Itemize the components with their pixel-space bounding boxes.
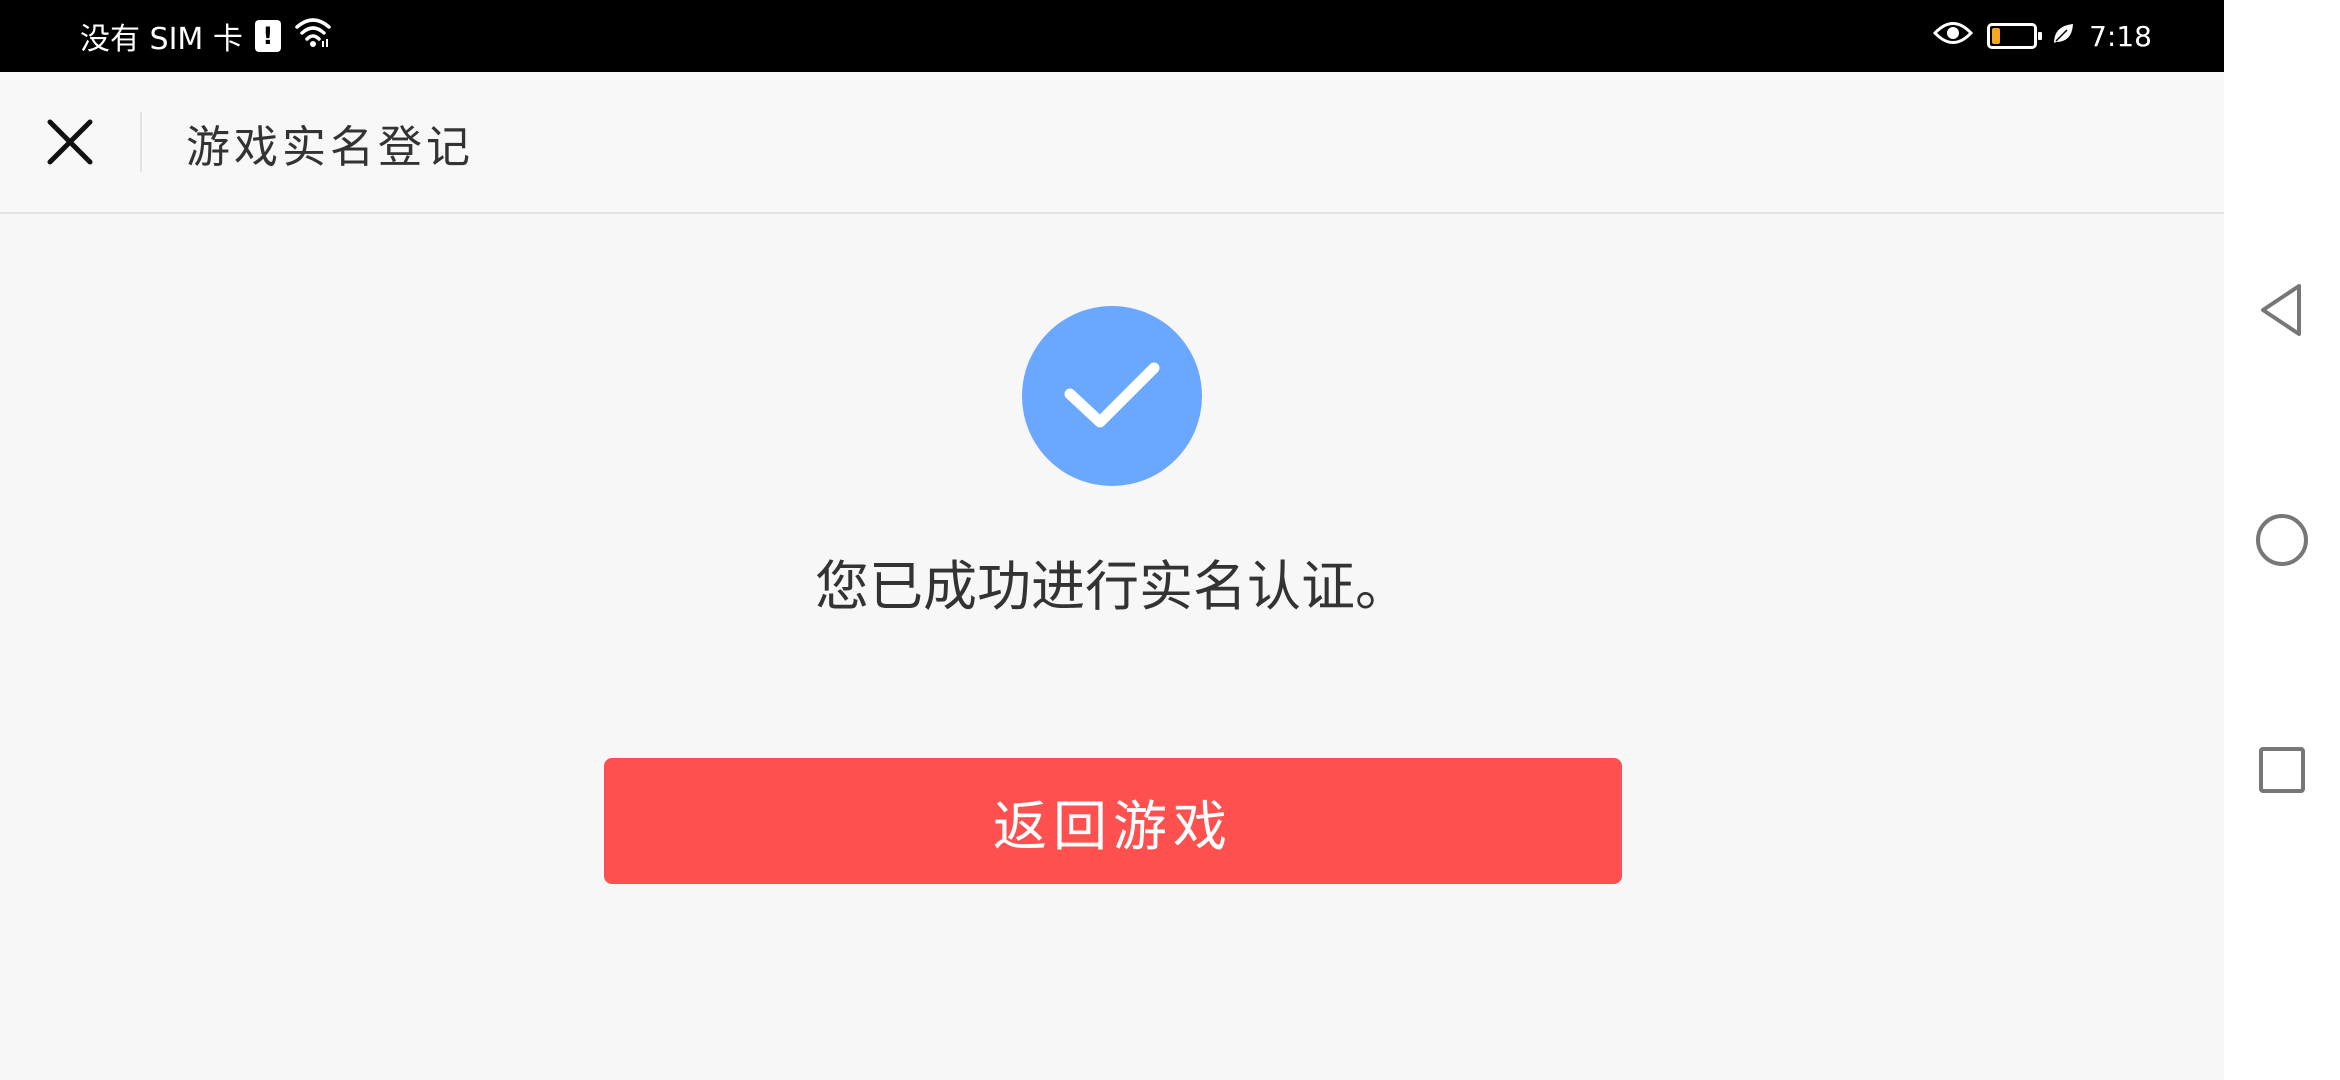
back-triangle-icon <box>2261 284 2301 336</box>
sim-alert-icon: ! <box>254 20 281 52</box>
power-saving-leaf-icon <box>2051 20 2075 53</box>
close-icon <box>47 119 93 165</box>
battery-level-fill <box>1992 28 2001 44</box>
nav-back-button[interactable] <box>2224 252 2340 368</box>
nav-home-button[interactable] <box>2224 482 2340 598</box>
status-right: 7:18 <box>1933 0 2152 72</box>
clock-text: 7:18 <box>2089 19 2152 53</box>
close-button[interactable] <box>40 112 100 172</box>
carrier-text: 没有 SIM 卡 <box>80 22 243 57</box>
navigation-bar <box>2224 0 2340 1080</box>
home-circle-icon <box>2256 514 2308 566</box>
status-left: 没有 SIM 卡 ! <box>80 0 333 72</box>
page-title: 游戏实名登记 <box>186 122 474 173</box>
success-badge <box>1022 306 1202 486</box>
status-bar: 没有 SIM 卡 ! 7:18 <box>0 0 2224 72</box>
screen: 没有 SIM 卡 ! 7:18 游戏实名登记 您已成功进行实名认证。 返回游戏 <box>0 0 2340 1080</box>
app-content: 游戏实名登记 您已成功进行实名认证。 返回游戏 <box>0 72 2224 1080</box>
header-divider <box>140 112 142 172</box>
nav-recents-button[interactable] <box>2224 712 2340 828</box>
check-icon <box>1064 362 1160 428</box>
success-message: 您已成功进行实名认证。 <box>815 555 1409 618</box>
recents-square-icon <box>2259 747 2305 793</box>
header-bar: 游戏实名登记 <box>0 72 2224 214</box>
eye-comfort-icon <box>1933 20 1974 53</box>
battery-icon <box>1987 23 2043 49</box>
return-to-game-button[interactable]: 返回游戏 <box>604 758 1622 884</box>
wifi-icon <box>293 15 333 57</box>
